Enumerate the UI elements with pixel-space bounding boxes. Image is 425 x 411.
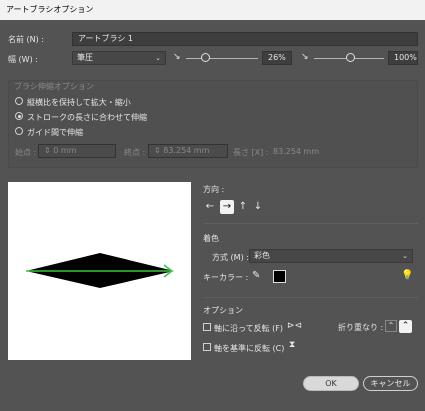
start-input[interactable]: ⇕ 0 mm <box>38 144 116 158</box>
direction-right-button[interactable]: → <box>220 200 234 214</box>
eyedropper-icon[interactable]: ✎ <box>252 270 260 281</box>
direction-up-button[interactable]: ↑ <box>236 200 250 214</box>
brush-preview <box>8 182 191 360</box>
max-width-icon: ↘ <box>301 52 309 62</box>
colorization-title: 着色 <box>203 234 219 243</box>
max-width-slider-knob[interactable] <box>346 53 355 62</box>
length-value: 83.254 mm <box>273 147 320 156</box>
start-label: 始点 : <box>15 148 37 157</box>
direction-down-button[interactable]: ↓ <box>251 200 265 214</box>
divider <box>203 223 418 224</box>
name-input[interactable]: アートブラシ 1 <box>72 32 418 46</box>
window-title: アートブラシオプション <box>0 0 425 20</box>
ok-button[interactable]: OK <box>303 376 359 391</box>
brush-preview-canvas <box>26 253 174 288</box>
end-stepper-icon: ⇕ <box>154 146 164 155</box>
method-select[interactable]: 彩色 ⌄ <box>249 249 413 263</box>
width-mode-value: 筆圧 <box>77 53 93 62</box>
scale-proportional-label: 縦横比を保持して拡大・縮小 <box>27 98 131 107</box>
width-mode-select[interactable]: 筆圧 ⌄ <box>72 51 166 65</box>
stretch-to-fit-radio[interactable] <box>15 112 23 120</box>
max-width-input[interactable]: 100% <box>388 51 418 65</box>
overlap-fold-icon[interactable]: ⌃ <box>399 320 412 333</box>
scale-options-title: ブラシ伸縮オプション <box>14 82 94 91</box>
stretch-between-guides-label: ガイド間で伸縮 <box>27 128 83 137</box>
min-width-icon: ↘ <box>173 52 181 62</box>
flip-along-icon: ⊳⊲ <box>287 321 303 331</box>
flip-across-icon: ⧗ <box>289 340 296 350</box>
lightbulb-tip-icon[interactable]: 💡 <box>401 270 413 281</box>
cancel-button[interactable]: キャンセル <box>363 376 418 391</box>
key-color-swatch[interactable] <box>273 270 286 283</box>
flip-along-checkbox[interactable] <box>203 323 211 331</box>
min-width-input[interactable]: 26% <box>262 51 292 65</box>
overlap-corner-icon[interactable]: ⌃ <box>385 320 397 332</box>
divider <box>203 297 418 298</box>
flip-across-label: 軸を基準に反転 (C) <box>214 344 285 353</box>
method-value: 彩色 <box>254 251 270 260</box>
options-title: オプション <box>203 306 243 315</box>
flip-along-label: 軸に沿って反転 (F) <box>214 324 283 333</box>
min-width-slider-track[interactable] <box>186 58 258 59</box>
end-value: 83.254 mm <box>163 146 210 155</box>
end-label: 終点 : <box>124 148 146 157</box>
start-stepper-icon: ⇕ <box>44 146 54 155</box>
start-value: 0 mm <box>53 146 77 155</box>
end-input[interactable]: ⇕ 83.254 mm <box>148 144 228 158</box>
key-color-label: キーカラー : <box>203 273 249 282</box>
flip-across-checkbox[interactable] <box>203 343 211 351</box>
stretch-to-fit-label: ストロークの長さに合わせて伸縮 <box>27 113 147 122</box>
length-label: 長さ [X] : <box>233 148 269 157</box>
scale-proportional-radio[interactable] <box>15 97 23 105</box>
overlap-label: 折り重なり : <box>338 323 384 332</box>
name-label: 名前 (N) : <box>8 35 45 44</box>
min-width-slider-knob[interactable] <box>200 53 210 62</box>
stretch-between-guides-radio[interactable] <box>15 127 23 135</box>
width-label: 幅 (W) : <box>8 55 38 64</box>
method-label: 方式 (M) : <box>212 253 249 262</box>
chevron-down-icon: ⌄ <box>155 54 161 62</box>
direction-left-button[interactable]: ← <box>203 200 217 214</box>
chevron-down-icon: ⌄ <box>402 252 408 260</box>
direction-title: 方向 : <box>203 185 225 194</box>
